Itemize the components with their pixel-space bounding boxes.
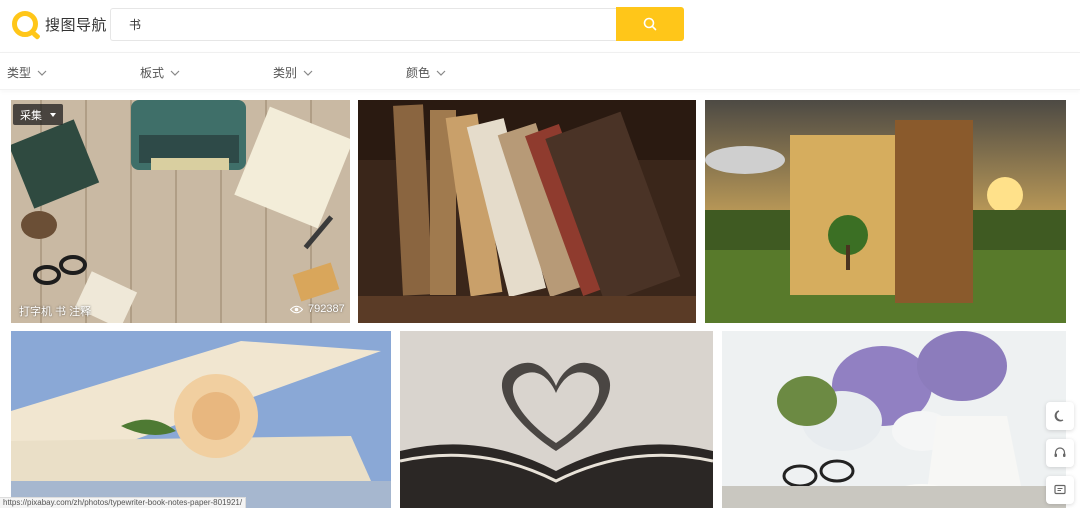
- filter-color-label: 颜色: [406, 66, 431, 80]
- eye-icon: [290, 305, 303, 313]
- logo-text: 搜图导航: [45, 16, 108, 34]
- collect-label: 采集: [20, 109, 42, 122]
- message-icon: [1054, 484, 1066, 495]
- headset-icon: [1054, 447, 1066, 457]
- chevron-down-icon: [37, 70, 47, 76]
- caret-down-icon: [50, 112, 56, 117]
- image-card-rose-book[interactable]: [11, 331, 391, 508]
- view-count-value: 792387: [308, 303, 345, 315]
- rose-book-photo: [11, 331, 391, 508]
- logo-icon: [12, 11, 38, 37]
- image-card-heart-book[interactable]: [400, 331, 713, 508]
- site-logo[interactable]: 搜图导航: [12, 10, 107, 38]
- typewriter-photo: [11, 100, 350, 323]
- image-card-old-books[interactable]: [358, 100, 696, 323]
- filter-category-label: 类别: [273, 66, 298, 80]
- chevron-down-icon: [436, 70, 446, 76]
- image-card-landscape-book[interactable]: [705, 100, 1066, 323]
- view-count: 792387: [290, 303, 345, 315]
- search-icon: [643, 17, 657, 31]
- heart-book-photo: [400, 331, 713, 508]
- top-header: 搜图导航: [0, 0, 1080, 52]
- chevron-down-icon: [303, 70, 313, 76]
- feedback-button[interactable]: [1046, 476, 1074, 504]
- filter-color[interactable]: 颜色: [406, 64, 446, 81]
- search-box: [110, 8, 616, 41]
- search-input[interactable]: [111, 9, 616, 40]
- filter-layout[interactable]: 板式: [140, 64, 180, 81]
- customer-service-button[interactable]: [1046, 439, 1074, 467]
- filter-category[interactable]: 类别: [273, 64, 313, 81]
- filter-bar: 类型 板式 类别 颜色: [0, 52, 1080, 90]
- filter-layout-label: 板式: [140, 66, 165, 80]
- image-caption: 打字机 书 注释: [19, 306, 92, 318]
- dark-mode-button[interactable]: [1046, 402, 1074, 430]
- moon-icon: [1054, 410, 1064, 422]
- image-card-lilac[interactable]: [722, 331, 1066, 508]
- lilac-photo: [722, 331, 1066, 508]
- landscape-book-photo: [705, 100, 1066, 323]
- old-books-photo: [358, 100, 696, 323]
- search-button[interactable]: [616, 7, 684, 41]
- status-bar-url: https://pixabay.com/zh/photos/typewriter…: [0, 497, 247, 508]
- collect-button[interactable]: 采集: [13, 104, 63, 125]
- filter-type[interactable]: 类型: [7, 64, 47, 81]
- image-card-typewriter[interactable]: [11, 100, 350, 323]
- chevron-down-icon: [170, 70, 180, 76]
- filter-type-label: 类型: [7, 66, 32, 80]
